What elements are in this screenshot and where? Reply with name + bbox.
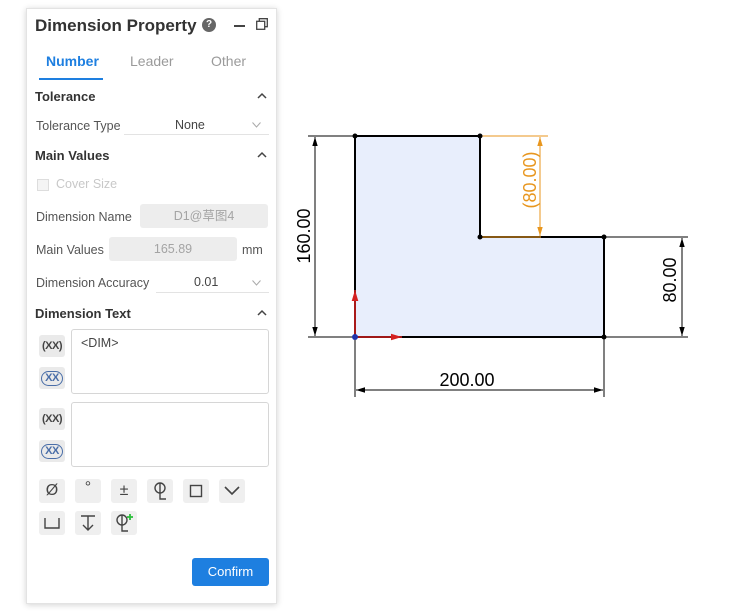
drawing-canvas[interactable]: 160.00 (80.00) 80.00 200.00 [0,0,745,611]
dimension-text-80[interactable]: 80.00 [660,257,680,302]
sketch-point[interactable] [477,133,483,139]
sketch-point[interactable] [352,133,358,139]
dimension-text-200[interactable]: 200.00 [439,370,494,390]
sketch-point[interactable] [477,234,483,240]
dimension-text-80-ref[interactable]: (80.00) [520,151,540,208]
sketch-point[interactable] [601,334,607,340]
origin-point[interactable] [352,334,358,340]
sketch-point[interactable] [601,234,607,240]
dimension-text-160[interactable]: 160.00 [294,208,314,263]
